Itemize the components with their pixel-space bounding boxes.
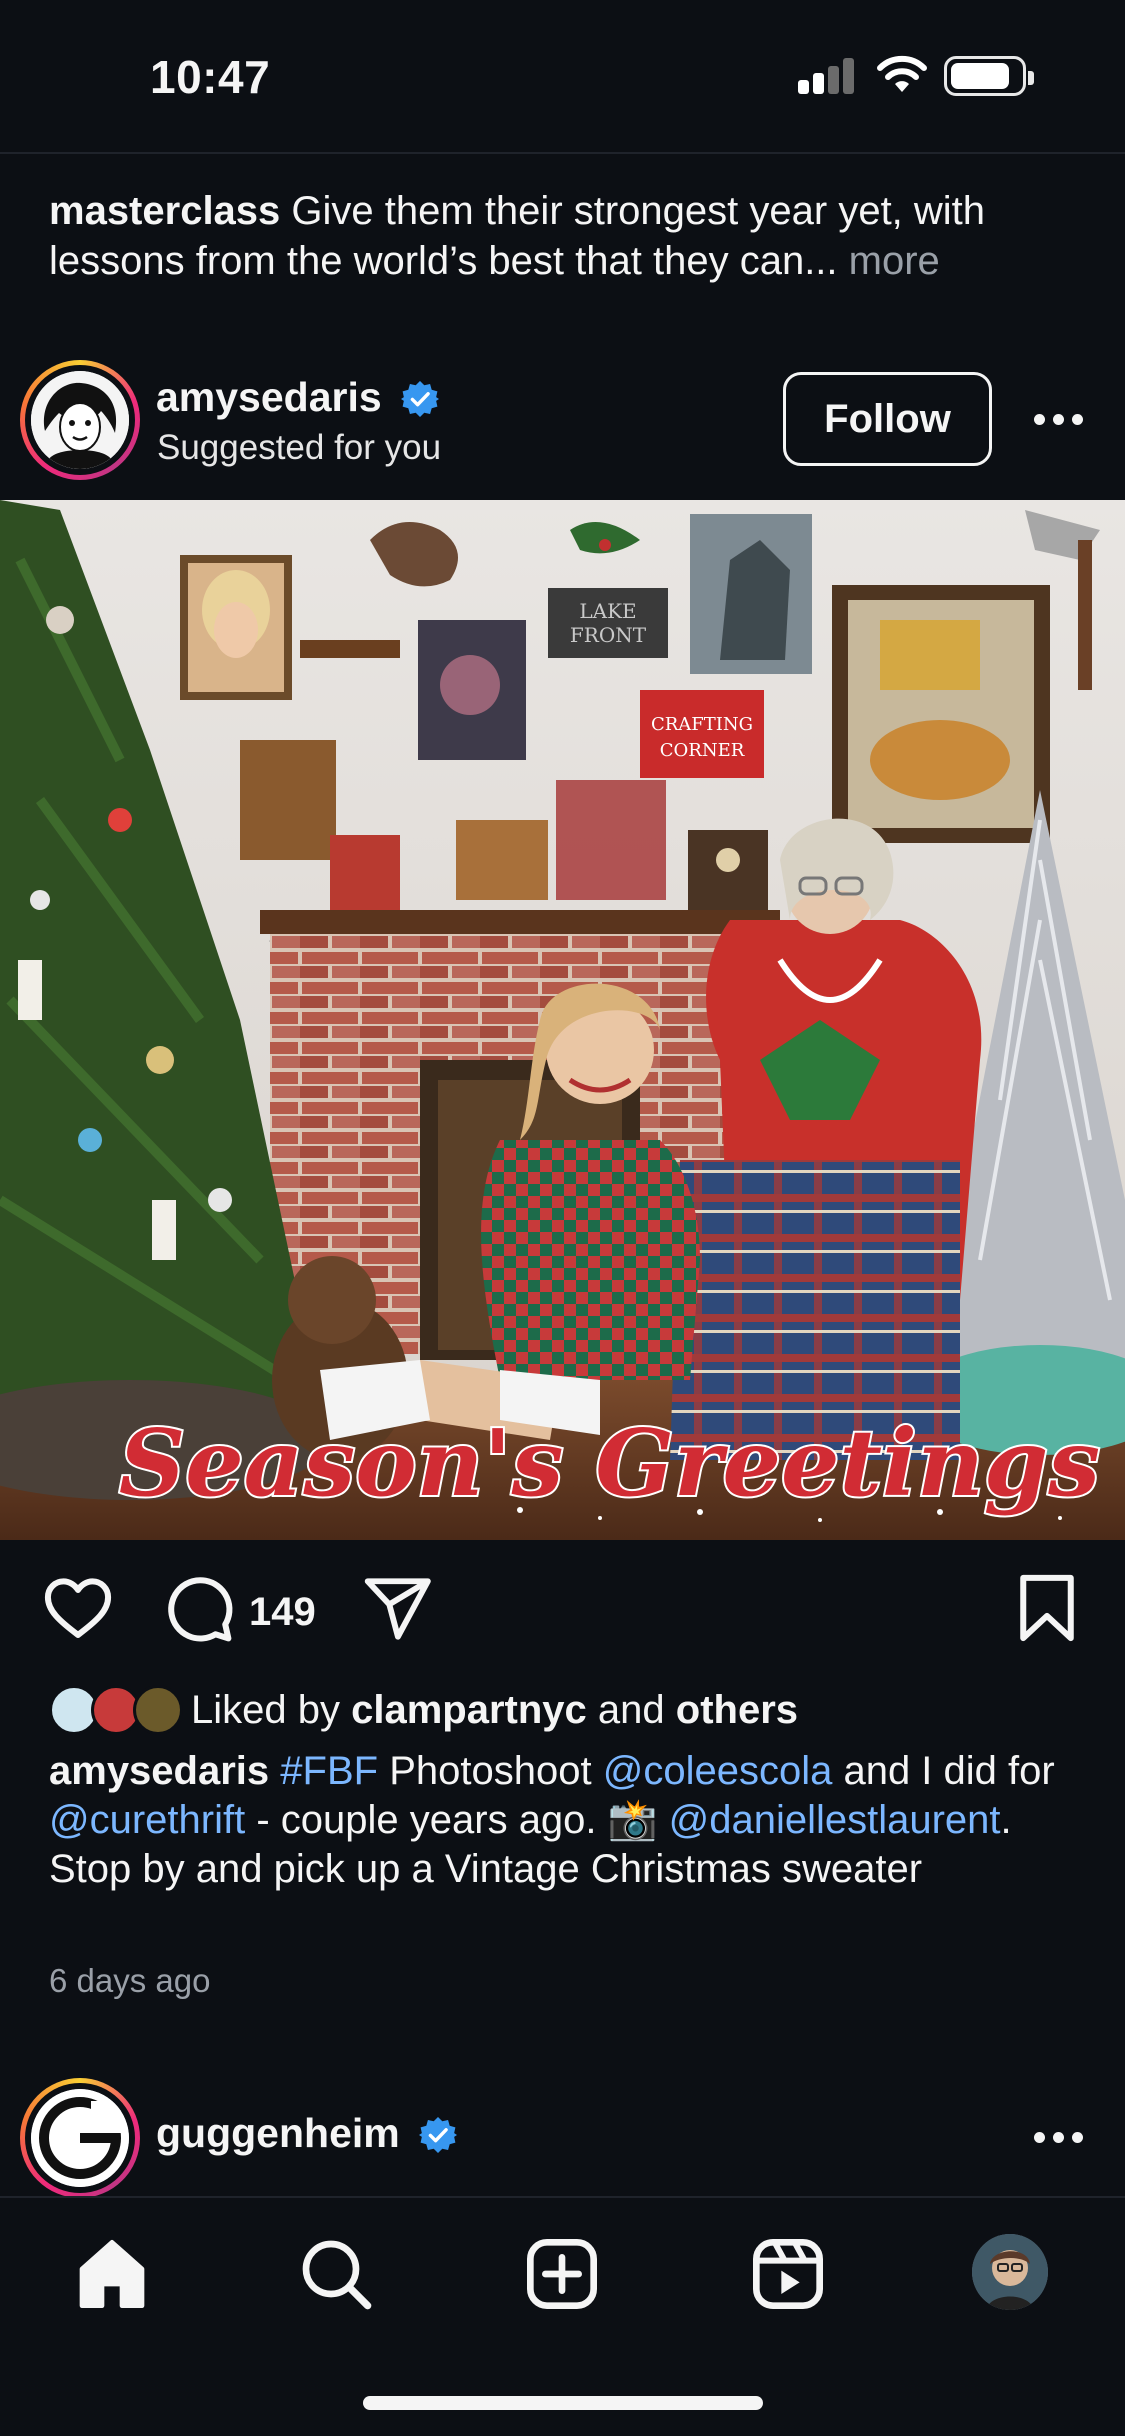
liked-by-user[interactable]: clampartnyc [351,1688,587,1732]
next-post-username[interactable]: guggenheim [156,2110,400,2157]
svg-text:LAKE: LAKE [579,599,636,623]
battery-icon [944,56,1034,96]
header-divider [0,152,1125,154]
reels-icon[interactable] [748,2234,828,2314]
comment-icon[interactable] [160,1570,236,1646]
post-timestamp: 6 days ago [49,1962,211,1999]
guggenheim-logo-icon [31,2089,129,2187]
caption-text-1: Photoshoot [389,1749,592,1793]
caption-hashtag[interactable]: #FBF [280,1749,378,1793]
svg-text:CRAFTING: CRAFTING [651,714,753,735]
status-bar: 10:47 [0,0,1125,152]
post-photo[interactable]: LAKE FRONT CRAFTING CORNER Season's Gree… [0,500,1125,1540]
liked-by-joiner: and [597,1688,665,1732]
post-avatar[interactable] [20,360,140,480]
caption-mention-coleescola[interactable]: @coleescola [603,1749,833,1793]
liked-by-others[interactable]: others [676,1688,798,1732]
search-icon[interactable] [296,2234,376,2314]
cellular-signal-icon [798,58,856,94]
liked-by-avatars [49,1683,185,1737]
caption-username[interactable]: amysedaris [49,1749,269,1793]
suggested-for-you-label: Suggested for you [157,428,442,467]
follow-button[interactable]: Follow [783,372,992,466]
post-username[interactable]: amysedaris [156,374,382,421]
comment-count[interactable]: 149 [249,1590,316,1635]
profile-avatar[interactable] [972,2234,1048,2310]
post-caption: amysedaris #FBF Photoshoot @coleescola a… [49,1747,1089,1894]
svg-text:CORNER: CORNER [660,740,745,761]
previous-post-caption[interactable]: masterclass Give them their strongest ye… [49,186,1089,286]
liked-by-prefix: Liked by [191,1688,340,1732]
next-post-avatar[interactable] [20,2078,140,2198]
caption-text-3: - couple years ago. 📸 [256,1798,658,1842]
verified-badge-icon [419,2116,457,2154]
home-icon[interactable] [72,2234,152,2314]
save-bookmark-icon[interactable] [1012,1570,1082,1646]
seasons-greetings-text: Season's Greetings [119,1409,1100,1517]
amysedaris-avatar-image [31,371,129,469]
create-post-icon[interactable] [522,2234,602,2314]
wifi-icon [877,55,927,92]
verified-badge-icon [401,380,439,418]
status-time: 10:47 [150,51,271,103]
caption-text-2: and I did for [843,1749,1055,1793]
like-heart-icon[interactable] [40,1570,116,1646]
svg-text:FRONT: FRONT [570,623,647,647]
home-indicator[interactable] [363,2396,763,2410]
caption-mention-daniellestlaurent[interactable]: @daniellestlaurent [669,1798,1001,1842]
post-options-icon[interactable] [1034,414,1084,426]
post-action-bar: 149 [0,1570,1125,1660]
caption-mention-curethrift[interactable]: @curethrift [49,1798,245,1842]
share-send-icon[interactable] [360,1572,434,1646]
next-post-options-icon[interactable] [1034,2132,1084,2144]
more-link[interactable]: more [849,239,940,283]
previous-post-username[interactable]: masterclass [49,189,280,233]
